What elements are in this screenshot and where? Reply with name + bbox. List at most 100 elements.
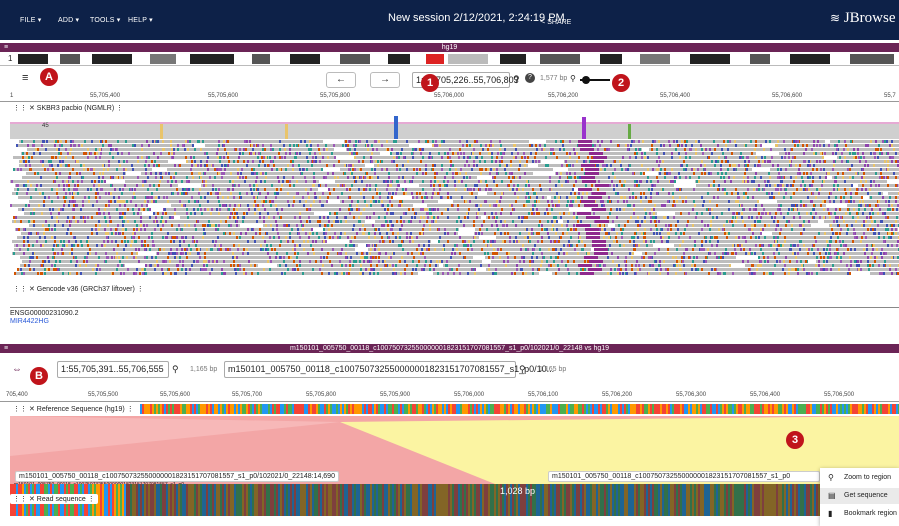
mismatch-mark [146, 224, 148, 227]
read-alignment[interactable] [329, 212, 657, 215]
mismatch-mark [179, 164, 181, 167]
read-alignment[interactable] [615, 224, 811, 227]
share-button[interactable]: < SHARE [540, 16, 571, 26]
mismatch-mark [307, 160, 309, 163]
mismatch-mark [860, 240, 862, 243]
mismatch-mark [44, 196, 46, 199]
read-alignment[interactable] [12, 192, 478, 195]
read-alignment[interactable] [15, 228, 312, 231]
mismatch-mark [43, 200, 45, 203]
read-alignment[interactable] [21, 152, 380, 155]
mismatch-mark [488, 256, 490, 259]
read-alignment[interactable] [649, 148, 899, 151]
pan-right-button[interactable]: → [370, 72, 400, 88]
mismatch-mark [536, 256, 538, 259]
mismatch-mark [640, 196, 642, 199]
hamburger-icon[interactable]: ≡ [22, 72, 28, 84]
zoom-slider-thumb[interactable] [582, 76, 590, 84]
mismatch-mark [488, 216, 490, 219]
read-alignment[interactable] [475, 228, 898, 231]
mismatch-mark [259, 212, 261, 215]
read-alignment[interactable] [263, 224, 608, 227]
mismatch-mark [605, 232, 607, 235]
tools-menu[interactable]: TOOLS ▾ [90, 16, 120, 24]
search-icon[interactable]: ⚲ [513, 74, 520, 85]
mismatch-mark [547, 232, 549, 235]
mismatch-mark [126, 200, 128, 203]
mismatch-mark [686, 140, 688, 143]
mismatch-mark [832, 168, 834, 171]
chromosome-ideogram[interactable]: 1 [0, 52, 899, 66]
mismatch-mark [349, 140, 351, 143]
mismatch-mark [541, 252, 543, 255]
read-alignment[interactable] [583, 188, 899, 191]
mismatch-mark [827, 244, 829, 247]
mismatch-mark [541, 240, 543, 243]
mismatch-mark [146, 204, 148, 207]
mismatch-mark [29, 164, 31, 167]
pan-left-button[interactable]: ← [326, 72, 356, 88]
read-alignment[interactable] [10, 204, 148, 207]
mismatch-mark [412, 196, 414, 199]
mismatch-mark [612, 220, 614, 223]
read-alignment[interactable] [830, 140, 899, 143]
mismatch-mark [315, 196, 317, 199]
mismatch-mark [124, 212, 126, 215]
mismatch-mark [664, 216, 666, 219]
mismatch-mark [853, 208, 855, 211]
mismatch-mark [875, 172, 877, 175]
read-alignment[interactable] [163, 208, 569, 211]
read-alignment[interactable] [12, 220, 365, 223]
mismatch-mark [184, 224, 186, 227]
mismatch-mark [151, 192, 153, 195]
mismatch-mark [777, 188, 779, 191]
mismatch-mark [54, 224, 56, 227]
mismatch-mark [823, 180, 825, 183]
mismatch-mark [573, 148, 575, 151]
mismatch-mark [194, 224, 196, 227]
mismatch-mark [760, 216, 762, 219]
mismatch-mark [471, 248, 473, 251]
mismatch-mark [186, 212, 188, 215]
help-icon[interactable]: ? [525, 73, 535, 83]
read-alignment[interactable] [487, 192, 883, 195]
mismatch-mark [646, 244, 648, 247]
alignments-pileup[interactable] [10, 140, 899, 276]
help-menu[interactable]: HELP ▾ [128, 16, 153, 24]
mismatch-mark [581, 168, 583, 171]
zoom-out-icon[interactable]: ⚲ [570, 74, 576, 83]
mismatch-mark [331, 224, 333, 227]
mismatch-mark [500, 196, 502, 199]
view-menu-icon[interactable]: ≡ [4, 43, 8, 52]
add-menu[interactable]: ADD ▾ [58, 16, 79, 24]
close-track-icon[interactable]: ✕ [29, 105, 35, 112]
read-alignment[interactable] [777, 200, 899, 203]
mismatch-mark [574, 192, 576, 195]
mismatch-mark [780, 180, 782, 183]
mismatch-mark [515, 148, 517, 151]
mismatch-mark [99, 156, 101, 159]
mismatch-mark [383, 224, 385, 227]
mismatch-mark [709, 240, 711, 243]
mismatch-mark [84, 256, 86, 259]
mismatch-mark [219, 204, 221, 207]
drag-handle-icon[interactable]: ⋮⋮ [13, 105, 27, 112]
read-alignment[interactable] [14, 188, 318, 191]
mismatch-mark [199, 188, 201, 191]
mismatch-mark [633, 212, 635, 215]
mismatch-mark [513, 240, 515, 243]
mismatch-mark [212, 224, 214, 227]
mismatch-mark [566, 172, 568, 175]
read-alignment[interactable] [27, 148, 334, 151]
file-menu[interactable]: FILE ▾ [20, 16, 41, 24]
read-alignment[interactable] [13, 156, 336, 159]
read-alignment[interactable] [642, 252, 899, 255]
track-menu-icon[interactable]: ⋮ [116, 105, 123, 112]
read-alignment[interactable] [12, 252, 138, 255]
mismatch-mark [265, 172, 267, 175]
mismatch-mark [420, 216, 422, 219]
mismatch-mark [713, 140, 715, 143]
mismatch-mark [780, 212, 782, 215]
mismatch-mark [755, 140, 757, 143]
read-alignment[interactable] [22, 176, 477, 179]
